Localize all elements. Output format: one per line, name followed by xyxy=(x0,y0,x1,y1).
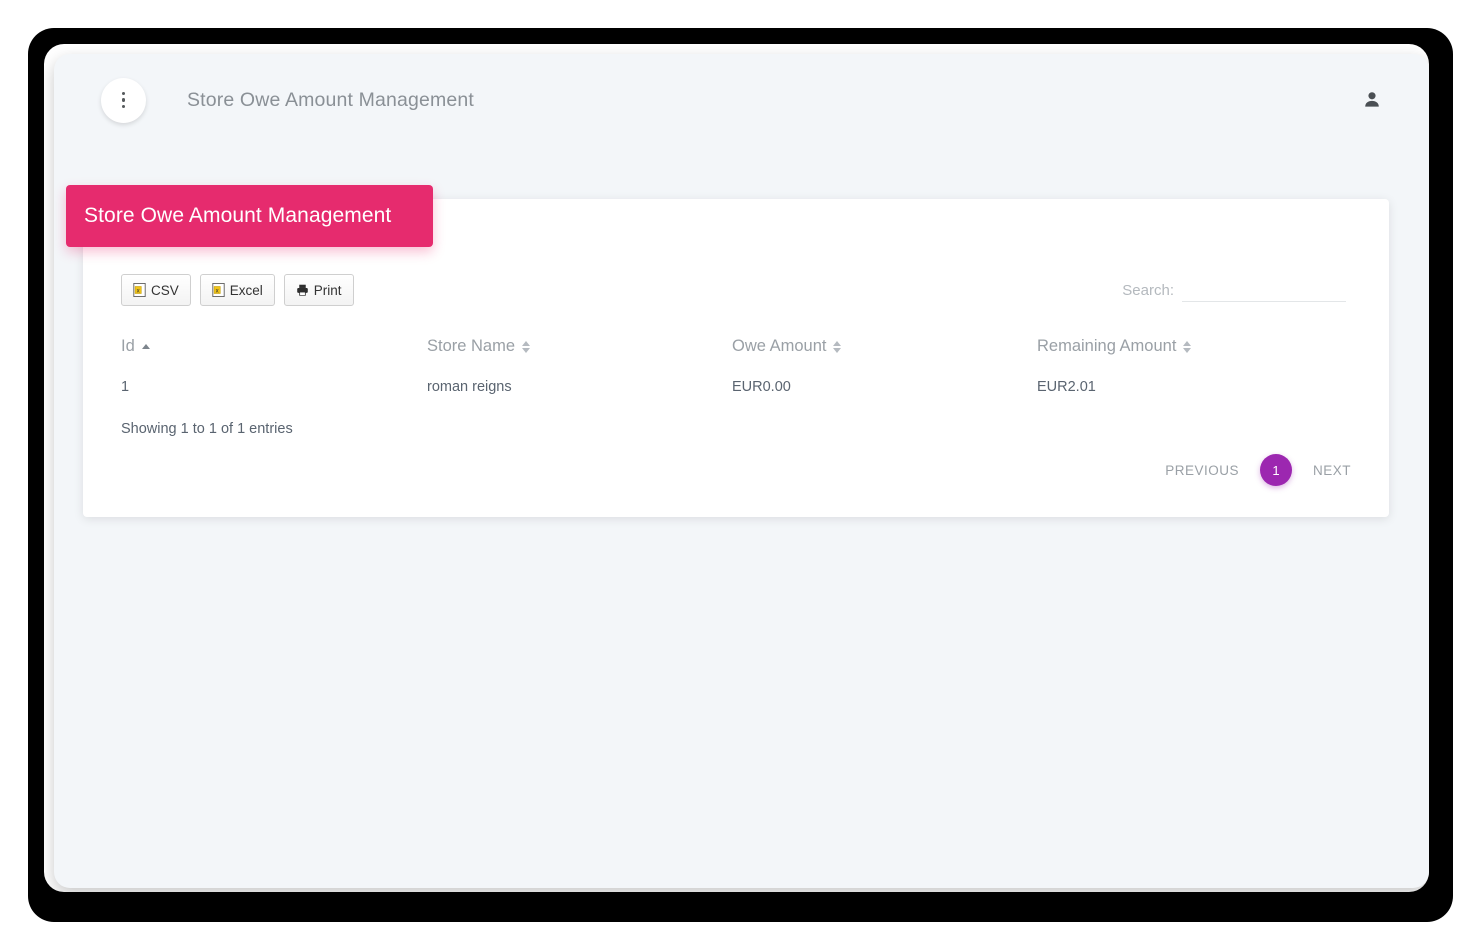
export-excel-button[interactable]: x Excel xyxy=(199,274,275,306)
sort-both-icon xyxy=(833,340,842,353)
cell-store-name: roman reigns xyxy=(427,379,512,395)
table-header-remaining-amount[interactable]: Remaining Amount xyxy=(1037,325,1337,368)
data-table: Id Store Name Owe Amount Remaining Amoun… xyxy=(121,325,1351,406)
cell-remaining-amount: EUR2.01 xyxy=(1037,379,1096,395)
print-button[interactable]: Print xyxy=(283,274,354,306)
export-button-group: x CSV x Excel Print xyxy=(121,274,354,306)
export-csv-label: CSV xyxy=(151,282,179,298)
screenshot-root: Store Owe Amount Management Store Owe Am… xyxy=(0,0,1481,950)
table-row[interactable]: 1 roman reigns EUR0.00 EUR2.01 xyxy=(121,368,1351,406)
menu-button[interactable] xyxy=(101,77,146,123)
data-table-card: Store Owe Amount Management x CSV x Exce… xyxy=(66,185,1389,517)
table-header-id-label: Id xyxy=(121,337,135,355)
cell-owe-amount: EUR0.00 xyxy=(732,379,791,395)
table-header-owe-amount-label: Owe Amount xyxy=(732,337,827,355)
table-header-id[interactable]: Id xyxy=(121,325,427,368)
printer-icon xyxy=(297,284,308,296)
page-title: Store Owe Amount Management xyxy=(187,88,474,111)
search-box: Search: xyxy=(1122,278,1346,302)
account-icon[interactable] xyxy=(1361,89,1383,111)
pagination: PREVIOUS 1 NEXT xyxy=(1165,454,1351,486)
table-info: Showing 1 to 1 of 1 entries xyxy=(121,421,293,437)
print-label: Print xyxy=(313,282,342,298)
pagination-previous[interactable]: PREVIOUS xyxy=(1165,463,1239,478)
table-toolbar: x CSV x Excel Print Search: xyxy=(83,267,1389,313)
file-excel-icon: x xyxy=(212,283,225,297)
app-bar: Store Owe Amount Management xyxy=(54,54,1429,146)
table-header-store-name[interactable]: Store Name xyxy=(427,325,732,368)
search-input[interactable] xyxy=(1182,278,1346,302)
table-header-owe-amount[interactable]: Owe Amount xyxy=(732,325,1037,368)
vertical-dots-icon xyxy=(121,91,126,109)
sort-both-icon xyxy=(1183,340,1192,353)
pagination-page-1[interactable]: 1 xyxy=(1259,454,1292,486)
svg-text:x: x xyxy=(137,287,140,294)
table-header-store-name-label: Store Name xyxy=(427,337,516,355)
browser-viewport: Store Owe Amount Management Store Owe Am… xyxy=(54,54,1429,888)
svg-text:x: x xyxy=(215,287,218,294)
table-header-row: Id Store Name Owe Amount Remaining Amoun… xyxy=(121,325,1351,368)
card-title: Store Owe Amount Management xyxy=(84,204,392,227)
card-header-banner: Store Owe Amount Management xyxy=(66,185,433,247)
sort-both-icon xyxy=(522,340,531,353)
table-header-remaining-amount-label: Remaining Amount xyxy=(1037,337,1177,355)
sort-ascending-icon xyxy=(141,344,150,349)
pagination-next[interactable]: NEXT xyxy=(1313,463,1351,478)
export-csv-button[interactable]: x CSV xyxy=(121,274,191,306)
export-excel-label: Excel xyxy=(229,282,263,298)
cell-id: 1 xyxy=(121,379,130,395)
file-excel-icon: x xyxy=(133,283,146,297)
search-label: Search: xyxy=(1122,281,1174,299)
